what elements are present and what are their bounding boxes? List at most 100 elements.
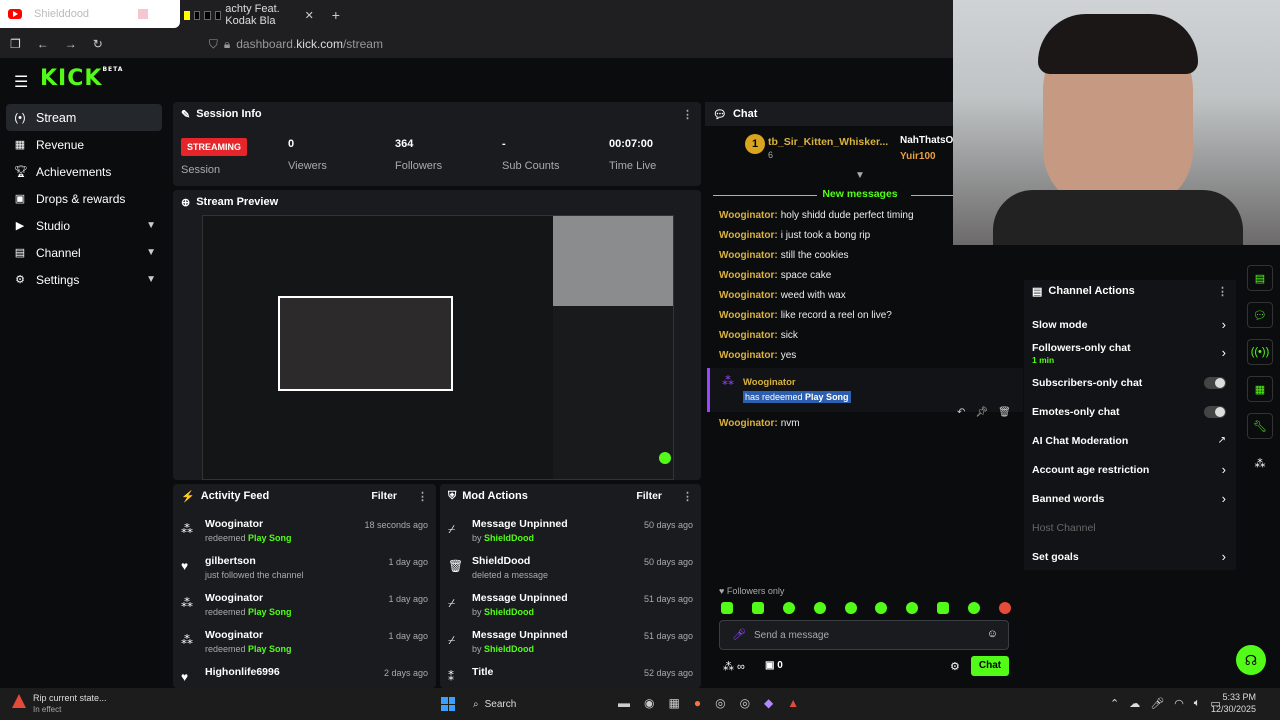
subscribers-only-toggle[interactable] xyxy=(1204,376,1226,389)
support-icon xyxy=(659,452,671,464)
more-icon[interactable]: ⋮ xyxy=(682,108,693,121)
more-icon[interactable]: ⋮ xyxy=(682,490,693,503)
trash-icon[interactable]: 🗑︎ xyxy=(998,407,1011,418)
chat-input[interactable]: 🎤︎ Send a message ☺ xyxy=(719,620,1009,650)
support-icon[interactable]: ☊ xyxy=(1236,645,1266,675)
emotes-only-row[interactable]: Emotes-only chat xyxy=(1024,397,1236,426)
chat-message[interactable]: Wooginator: like record a reel on live? xyxy=(705,305,1023,325)
sidebar-item-stream[interactable]: (•) Stream xyxy=(6,104,162,131)
emotes-only-toggle[interactable] xyxy=(1204,405,1226,418)
search-label: Search xyxy=(484,698,517,710)
menu-icon[interactable]: ☰ xyxy=(14,72,28,92)
clock[interactable]: 5:33 PM 12/30/2025 xyxy=(1211,692,1256,714)
set-goals-row[interactable]: Set goals › xyxy=(1024,542,1236,571)
chat-message[interactable]: Wooginator: weed with wax xyxy=(705,285,1023,305)
redeem-icon[interactable]: ⁂ xyxy=(1247,450,1273,476)
sidebar-item-achievements[interactable]: 🏆︎ Achievements xyxy=(0,158,170,185)
sidebar-item-drops[interactable]: ▣ Drops & rewards xyxy=(0,185,170,212)
epic-games-icon[interactable]: ▦ xyxy=(668,696,679,710)
top-gifter-name[interactable]: tb_Sir_Kitten_Whisker... xyxy=(768,136,888,148)
tab-overview-icon[interactable]: ❐ xyxy=(10,37,21,51)
chat-icon[interactable]: 💬︎ xyxy=(1247,302,1273,328)
emote-icon[interactable] xyxy=(782,602,795,614)
emote-icon[interactable] xyxy=(937,602,950,614)
emote-icon[interactable] xyxy=(844,602,857,614)
stream-preview-video[interactable] xyxy=(202,215,674,480)
sidebar-item-settings[interactable]: ⚙ Settings ▼ xyxy=(0,266,170,293)
file-explorer-icon[interactable]: ▬ xyxy=(618,696,630,710)
chat-message[interactable]: Wooginator: yes xyxy=(705,345,1023,365)
chat-message[interactable]: Wooginator: still the cookies xyxy=(705,245,1023,265)
stat-label: Viewers xyxy=(288,160,327,172)
emote-icon[interactable] xyxy=(721,602,733,614)
row-time: 1 day ago xyxy=(388,557,428,567)
obs-icon[interactable]: ◉ xyxy=(644,696,654,710)
mic-icon[interactable]: 🎤︎ xyxy=(1150,697,1164,710)
cloud-icon[interactable]: ☁ xyxy=(1129,697,1140,710)
chat-settings-icon[interactable]: ⚙ xyxy=(950,660,960,673)
url-field[interactable]: ⛉ 🔒︎ dashboard.kick.com/stream xyxy=(209,37,383,52)
volume-icon[interactable]: 🔈︎ xyxy=(1194,697,1201,710)
emote-icon[interactable] xyxy=(906,602,919,614)
back-icon[interactable]: ← xyxy=(37,37,49,51)
chat-placeholder: Send a message xyxy=(754,630,830,641)
emote-icon[interactable] xyxy=(813,602,826,614)
points-icon[interactable]: ⁂ ∞ xyxy=(723,660,745,673)
chat-message[interactable]: Wooginator: sick xyxy=(705,325,1023,345)
account-age-row[interactable]: Account age restriction › xyxy=(1024,455,1236,484)
undo-icon[interactable]: ↶ xyxy=(957,407,965,418)
browser-tab-active[interactable]: Shielddood xyxy=(0,0,180,28)
chat-message[interactable]: Wooginator: space cake xyxy=(705,265,1023,285)
new-tab-icon[interactable]: + xyxy=(332,7,340,23)
kick-logo[interactable]: KICKBETA xyxy=(40,66,123,91)
notification-title[interactable]: Rip current state... xyxy=(33,693,107,703)
browser-tab-2[interactable]: achty Feat. Kodak Bla ✕ + xyxy=(180,3,340,27)
gifter-name[interactable]: NahThatsOk xyxy=(900,135,959,146)
gifter-name[interactable]: Yuir100 xyxy=(900,151,936,162)
expand-icon[interactable]: ▼ xyxy=(855,170,865,181)
sidebar-item-revenue[interactable]: ▦ Revenue xyxy=(0,131,170,158)
broadcast-icon[interactable]: ((•)) xyxy=(1247,339,1273,365)
tray-expand-icon[interactable]: ⌃ xyxy=(1110,697,1119,710)
more-icon[interactable]: ⋮ xyxy=(417,490,428,503)
sidebar-item-channel[interactable]: ▤ Channel ▼ xyxy=(0,239,170,266)
steam-icon[interactable]: ◎ xyxy=(715,696,725,710)
emote-icon[interactable] xyxy=(751,602,764,614)
app-icon[interactable]: ▲ xyxy=(787,696,799,710)
sidebar-item-studio[interactable]: ▶ Studio ▼ xyxy=(0,212,170,239)
filter-button[interactable]: Filter xyxy=(636,490,662,502)
emote-icon[interactable] xyxy=(875,602,888,614)
mic-icon[interactable]: 🎤︎ xyxy=(732,628,746,641)
close-tab-icon[interactable]: ✕ xyxy=(305,9,314,22)
more-icon[interactable]: ⋮ xyxy=(1217,285,1228,298)
notes-icon[interactable]: ▤ xyxy=(1247,265,1273,291)
forward-icon[interactable]: → xyxy=(65,37,77,51)
row-sub: by ShieldDood xyxy=(472,644,535,654)
send-chat-button[interactable]: Chat xyxy=(971,656,1009,676)
banned-words-row[interactable]: Banned words › xyxy=(1024,484,1236,513)
wifi-icon[interactable]: ◠ xyxy=(1174,697,1184,710)
emoji-icon[interactable]: ☺ xyxy=(987,628,998,640)
nested-preview xyxy=(278,296,453,391)
layout-icon[interactable]: ▦ xyxy=(1247,376,1273,402)
firefox-icon[interactable]: ● xyxy=(694,696,701,710)
wrench-icon[interactable]: 🔧︎ xyxy=(1247,413,1273,439)
twitch-icon[interactable]: ◆ xyxy=(764,696,773,710)
stat-value: - xyxy=(502,138,506,150)
steam-alt-icon[interactable]: ◎ xyxy=(740,696,750,710)
filter-button[interactable]: Filter xyxy=(371,490,397,502)
subscribers-only-row[interactable]: Subscribers-only chat xyxy=(1024,368,1236,397)
emote-icon[interactable] xyxy=(998,602,1011,614)
chat-message[interactable]: Wooginator: nvm xyxy=(705,413,955,433)
trophy-icon: 🏆︎ xyxy=(14,166,28,178)
taskbar-search[interactable]: ⌕ Search xyxy=(465,694,605,714)
followers-only-row[interactable]: Followers-only chat 1 min › xyxy=(1024,339,1236,368)
windows-start-icon[interactable] xyxy=(441,697,455,711)
reload-icon[interactable]: ↻ xyxy=(93,37,103,51)
slow-mode-row[interactable]: Slow mode › xyxy=(1024,310,1236,339)
emote-icon[interactable] xyxy=(968,602,980,614)
stat-value: 364 xyxy=(395,138,414,150)
redeem-message[interactable]: ⁂ Wooginator has redeemed Play Song xyxy=(707,368,1023,412)
pin-icon[interactable]: 📌︎ xyxy=(975,407,988,418)
ai-moderation-row[interactable]: AI Chat Moderation ↗ xyxy=(1024,426,1236,455)
